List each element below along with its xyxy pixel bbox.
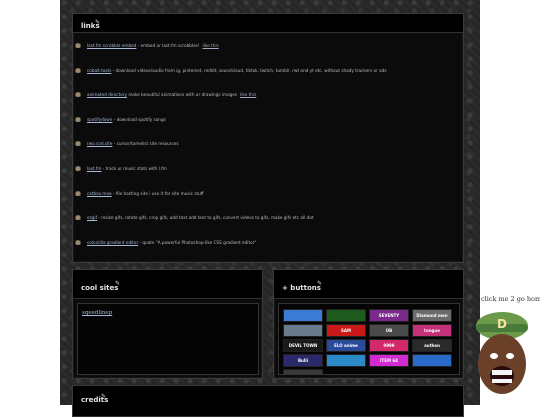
link-button[interactable]: tongue — [412, 324, 452, 337]
sparkle-icon: ✎ — [95, 19, 101, 26]
link-row-text: ezgif - resize gifs, rotate gifs, crop g… — [87, 215, 314, 220]
links-panel: links ✎ last.fm scrobble embed - embed u… — [72, 13, 464, 263]
bullet-icon — [75, 190, 81, 196]
link-row: cobalt.tools - download videos/audio fro… — [75, 66, 465, 78]
bullet-icon — [75, 141, 81, 147]
bullet-icon — [75, 166, 81, 171]
buttons-panel: + buttons ✎ SEVENTY Diamond men SAM OB tongu… — [273, 269, 464, 379]
link-description: - file hosting site i use it for site mu… — [111, 190, 204, 196]
link-button[interactable] — [283, 324, 323, 337]
link-description: - embed ur last.fm scrobbles! — [136, 43, 200, 48]
link-row-text: last.fm scrobble embed - embed ur last.f… — [87, 43, 219, 48]
link-anchor[interactable]: last.fm — [87, 166, 101, 171]
bullet-icon — [75, 67, 81, 73]
link-anchor[interactable]: spotifydown — [87, 117, 112, 122]
buttons-header: + buttons ✎ — [274, 270, 463, 299]
link-button[interactable]: ELO anime — [326, 339, 366, 352]
link-row-text: cobalt.tools - download videos/audio fro… — [87, 68, 387, 73]
link-description: - resize gifs, rotate gifs, crop gifs, a… — [97, 215, 314, 221]
cool-sites-header: cool sites ✎ — [73, 270, 262, 299]
link-button[interactable]: SEVENTY — [369, 309, 409, 322]
link-button[interactable] — [326, 354, 366, 367]
home-link[interactable]: click me 2 go home ↓ — [481, 295, 540, 303]
link-description: make beautiful animations with ur drawin… — [126, 92, 238, 98]
cool-site-link[interactable]: sqeedlinep — [82, 310, 112, 316]
bullet-icon — [75, 116, 81, 122]
page-background: links ✎ last.fm scrobble embed - embed u… — [60, 0, 480, 417]
link-anchor[interactable]: last.fm scrobble embed — [87, 43, 136, 48]
link-button[interactable]: Bulli — [283, 354, 323, 367]
cool-sites-title: cool sites — [81, 284, 119, 292]
link-description: - quote "A powerful Photoshop-like CSS g… — [138, 239, 257, 245]
link-row: colorzilla gradient editor - quote "A po… — [75, 238, 465, 250]
link-row: ezgif - resize gifs, rotate gifs, crop g… — [75, 213, 465, 225]
sparkle-icon: ✎ — [115, 280, 121, 287]
link-row-text: rwo.cod.site - cursor/tomelist site reso… — [87, 141, 179, 146]
link-row-text: catbox.moe - file hosting site i use it … — [87, 191, 204, 196]
link-button[interactable] — [283, 369, 323, 374]
link-row-text: animated directory make beautiful animat… — [87, 92, 256, 97]
link-anchor[interactable]: cobalt.tools — [87, 68, 111, 73]
link-button[interactable]: OB — [369, 324, 409, 337]
link-button[interactable] — [283, 309, 323, 322]
bullet-icon — [75, 43, 81, 48]
sparkle-icon: ✎ — [317, 280, 323, 287]
link-row-text: last.fm - track ur music stats with l.fm — [87, 166, 167, 171]
link-button[interactable] — [412, 354, 452, 367]
credits-header: credits ✎ — [73, 386, 463, 417]
links-header: links ✎ — [73, 14, 463, 33]
link-anchor[interactable]: rwo.cod.site — [87, 141, 112, 146]
link-row-text: colorzilla gradient editor - quote "A po… — [87, 240, 256, 245]
link-description: - cursor/tomelist site resources — [112, 141, 179, 147]
cool-sites-box: sqeedlinep — [77, 303, 259, 375]
link-button[interactable]: Diamond men — [412, 309, 452, 322]
bullet-icon — [75, 92, 81, 98]
link-row: animated directory make beautiful animat… — [75, 90, 465, 102]
link-anchor[interactable]: ezgif — [87, 215, 97, 220]
link-description: - download videos/audio from ig, pintere… — [111, 67, 387, 73]
svg-text:D: D — [497, 317, 507, 331]
link-button[interactable] — [326, 309, 366, 322]
link-anchor[interactable]: animated directory — [87, 92, 127, 97]
bullet-icon — [75, 239, 81, 245]
link-row: catbox.moe - file hosting site i use it … — [75, 189, 465, 201]
link-row: rwo.cod.site - cursor/tomelist site reso… — [75, 139, 465, 151]
like-link[interactable]: like this — [240, 92, 256, 97]
link-row: spotifydown - download spotify songs — [75, 115, 465, 127]
link-row: last.fm scrobble embed - embed ur last.f… — [75, 41, 465, 53]
home-link-label: click me 2 go home — [481, 295, 540, 303]
buttons-grid: SEVENTY Diamond men SAM OB tongue DEVIL TOWN E… — [278, 303, 460, 375]
links-list: last.fm scrobble embed - embed ur last.f… — [75, 41, 461, 261]
credits-panel: credits ✎ — [72, 385, 464, 417]
link-description: - track ur music stats with l.fm — [101, 166, 167, 171]
buttons-title: + buttons — [282, 284, 321, 292]
link-button[interactable]: DEVIL TOWN — [283, 339, 323, 352]
link-anchor[interactable]: colorzilla gradient editor — [87, 240, 138, 245]
link-button[interactable]: ITEM 64 — [369, 354, 409, 367]
link-row: last.fm - track ur music stats with l.fm — [75, 164, 465, 176]
link-button[interactable]: 9999 — [369, 339, 409, 352]
like-link[interactable]: like this — [203, 43, 219, 48]
link-button[interactable]: SAM — [326, 324, 366, 337]
cool-sites-panel: cool sites ✎ sqeedlinep — [72, 269, 263, 379]
home-mascot-image[interactable]: D — [468, 306, 536, 402]
link-description: - download spotify songs — [112, 116, 166, 122]
link-button[interactable]: authen — [412, 339, 452, 352]
link-row-text: spotifydown - download spotify songs — [87, 117, 166, 122]
sparkle-icon: ✎ — [101, 393, 107, 400]
link-anchor[interactable]: catbox.moe — [87, 191, 112, 196]
bullet-icon — [75, 215, 81, 221]
